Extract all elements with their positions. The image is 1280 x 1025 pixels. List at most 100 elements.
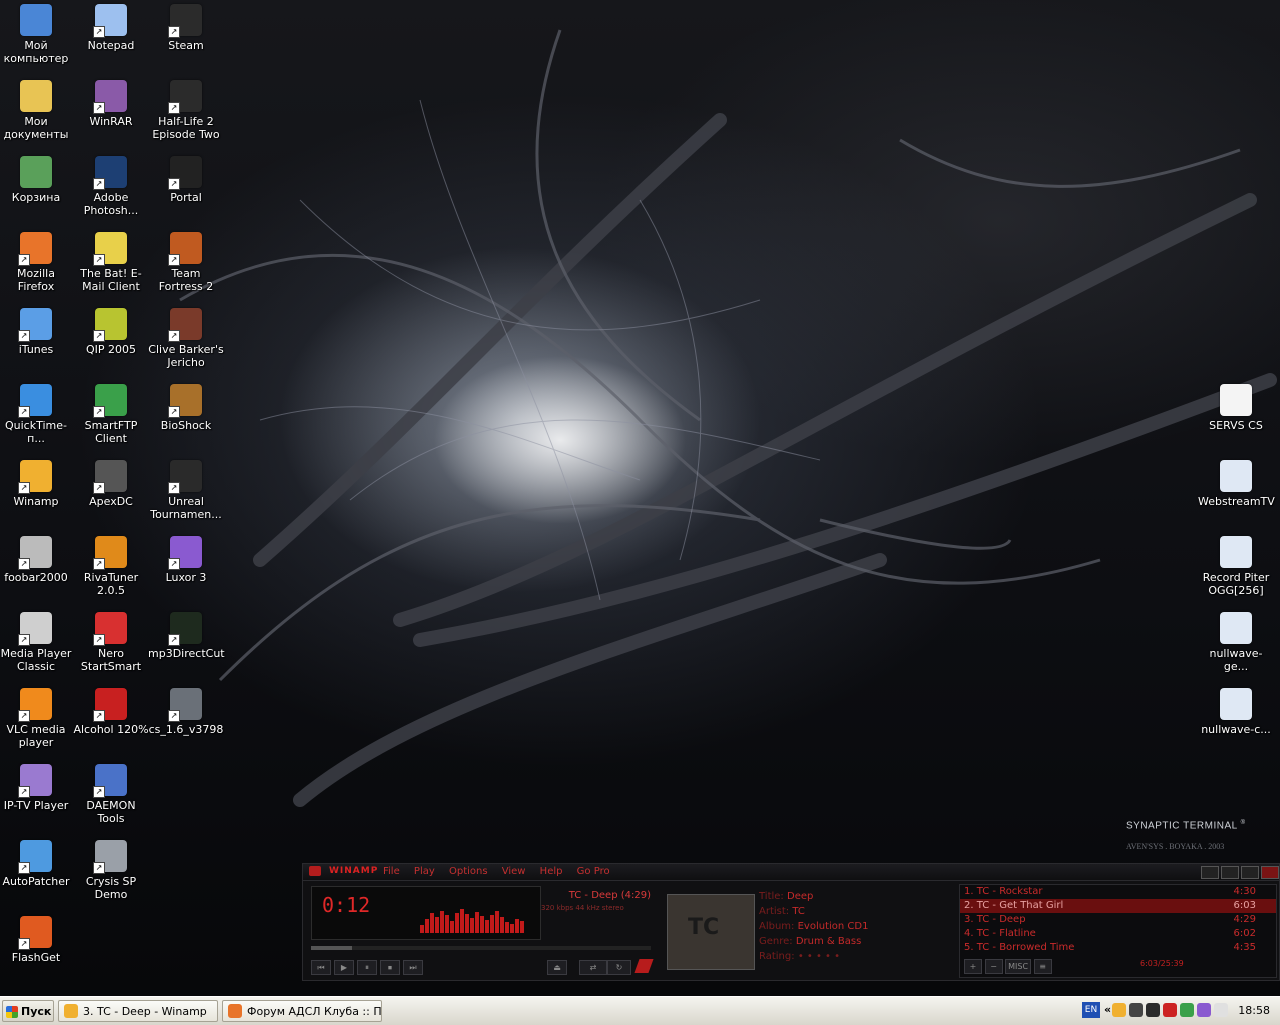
desktop-icon[interactable]: ↗ Winamp: [0, 460, 74, 508]
next-button[interactable]: ⏭: [403, 960, 423, 975]
playlist-item-duration: 4:29: [1233, 914, 1256, 925]
desktop-icon[interactable]: ↗ mp3DirectCut: [148, 612, 225, 660]
tray-expand-icon[interactable]: «: [1104, 1003, 1111, 1016]
seek-bar[interactable]: [311, 946, 651, 950]
previous-button[interactable]: ⏮: [311, 960, 331, 975]
tray-app-icon[interactable]: [1197, 1003, 1211, 1017]
desktop-icon[interactable]: ↗ Notepad: [73, 4, 149, 52]
task-winamp[interactable]: 3. TC - Deep - Winamp: [58, 1000, 218, 1022]
desktop-icon[interactable]: Мой компьютер: [0, 4, 74, 65]
tray-app-icon[interactable]: [1129, 1003, 1143, 1017]
desktop-icon[interactable]: nullwave-ge...: [1198, 612, 1274, 673]
desktop-icon[interactable]: ↗ cs_1.6_v3798: [148, 688, 224, 736]
start-button[interactable]: Пуск: [2, 1000, 54, 1022]
winamp-title-bar[interactable]: WINAMP File Play Options View Help Go Pr…: [303, 864, 1279, 881]
playlist-remove-button[interactable]: −: [984, 959, 1003, 974]
desktop-icon[interactable]: ↗ Mozilla Firefox: [0, 232, 74, 293]
playlist-item[interactable]: 1. TC - Rockstar 4:30: [960, 885, 1276, 899]
restore-icon[interactable]: [1221, 866, 1239, 879]
spectrum-analyzer[interactable]: [420, 909, 534, 933]
tray-app-icon[interactable]: [1214, 1003, 1228, 1017]
desktop-icon[interactable]: ↗ VLC media player: [0, 688, 74, 749]
desktop-icon[interactable]: ↗ Crysis SP Demo: [73, 840, 149, 901]
menu-file[interactable]: File: [383, 866, 400, 877]
desktop-icon[interactable]: SERVS CS: [1198, 384, 1274, 432]
clock[interactable]: 18:58: [1238, 1004, 1270, 1017]
desktop-icon[interactable]: ↗ Alcohol 120%: [73, 688, 149, 736]
playlist-item[interactable]: 4. TC - Flatline 6:02: [960, 927, 1276, 941]
desktop-icon[interactable]: ↗ Media Player Classic: [0, 612, 74, 673]
winamp-bolt-icon[interactable]: [634, 959, 654, 973]
desktop-icon[interactable]: ↗ SmartFTP Client: [73, 384, 149, 445]
desktop-icon[interactable]: ↗ Luxor 3: [148, 536, 224, 584]
close-icon[interactable]: [1261, 866, 1279, 879]
spectrum-bar: [480, 916, 484, 933]
desktop-icon[interactable]: ↗ DAEMON Tools: [73, 764, 149, 825]
stop-button[interactable]: ⏹: [380, 960, 400, 975]
tray-app-icon[interactable]: [1146, 1003, 1160, 1017]
winamp-window[interactable]: WINAMP File Play Options View Help Go Pr…: [302, 863, 1280, 981]
menu-view[interactable]: View: [502, 866, 526, 877]
elapsed-time[interactable]: 0:12: [322, 893, 370, 917]
daemon-tools-icon: ↗: [93, 764, 127, 798]
shade-icon[interactable]: [1241, 866, 1259, 879]
desktop-icon[interactable]: ↗ Clive Barker's Jericho: [148, 308, 224, 369]
task-firefox[interactable]: Форум АДСЛ Клуба :: П...: [222, 1000, 382, 1022]
desktop-icon[interactable]: ↗ Adobe Photosh...: [73, 156, 149, 217]
desktop-icon[interactable]: ↗ QIP 2005: [73, 308, 149, 356]
playlist-item[interactable]: 2. TC - Get That Girl 6:03: [960, 899, 1276, 913]
playlist-item[interactable]: 5. TC - Borrowed Time 4:35: [960, 941, 1276, 955]
desktop-icon[interactable]: ↗ RivaTuner 2.0.5: [73, 536, 149, 597]
desktop-icon-label: The Bat! E-Mail Client: [80, 267, 142, 293]
desktop-icon[interactable]: Мои документы: [0, 80, 74, 141]
desktop-icon-label: nullwave-ge...: [1209, 647, 1263, 673]
desktop-icon-label: QuickTime-п...: [5, 419, 67, 445]
desktop-icon[interactable]: ↗ FlashGet: [0, 916, 74, 964]
shortcut-arrow-icon: ↗: [168, 634, 180, 646]
desktop-icon[interactable]: ↗ IP-TV Player: [0, 764, 74, 812]
tray-app-icon[interactable]: [1112, 1003, 1126, 1017]
desktop-icon[interactable]: ↗ Half-Life 2 Episode Two: [148, 80, 224, 141]
desktop-icon[interactable]: ↗ WinRAR: [73, 80, 149, 128]
minimize-icon[interactable]: [1201, 866, 1219, 879]
repeat-icon[interactable]: ↻: [607, 960, 631, 975]
desktop-icon[interactable]: ↗ The Bat! E-Mail Client: [73, 232, 149, 293]
tray-app-icon[interactable]: [1163, 1003, 1177, 1017]
desktop-icon[interactable]: WebstreamTV: [1198, 460, 1275, 508]
desktop-icon-label: SmartFTP Client: [84, 419, 138, 445]
menu-go-pro[interactable]: Go Pro: [577, 866, 610, 877]
desktop-icon[interactable]: ↗ Portal: [148, 156, 224, 204]
desktop-icon[interactable]: ↗ BioShock: [148, 384, 224, 432]
language-indicator[interactable]: EN: [1082, 1002, 1100, 1018]
playlist-add-button[interactable]: +: [964, 959, 982, 974]
desktop-icon[interactable]: ↗ QuickTime-п...: [0, 384, 74, 445]
desktop-icon[interactable]: ↗ Team Fortress 2: [148, 232, 224, 293]
shortcut-arrow-icon: ↗: [93, 634, 105, 646]
tray-app-icon[interactable]: [1180, 1003, 1194, 1017]
playlist-misc-button[interactable]: MISC: [1005, 959, 1032, 974]
desktop-icon-label: Мой компьютер: [3, 39, 69, 65]
play-button[interactable]: ▶: [334, 960, 354, 975]
menu-play[interactable]: Play: [414, 866, 435, 877]
rivatuner-icon: ↗: [93, 536, 127, 570]
desktop-icon[interactable]: ↗ Unreal Tournamen...: [148, 460, 224, 521]
start-label: Пуск: [21, 1005, 52, 1018]
shortcut-arrow-icon: ↗: [93, 482, 105, 494]
desktop-icon[interactable]: Корзина: [0, 156, 74, 204]
playlist-menu-button[interactable]: ≡: [1033, 959, 1052, 974]
menu-options[interactable]: Options: [449, 866, 488, 877]
desktop-icon[interactable]: nullwave-c...: [1198, 688, 1274, 736]
shuffle-icon[interactable]: ⇄: [579, 960, 607, 975]
desktop-icon[interactable]: ↗ ApexDC: [73, 460, 149, 508]
desktop-icon[interactable]: ↗ iTunes: [0, 308, 74, 356]
eject-icon[interactable]: ⏏: [547, 960, 567, 975]
menu-help[interactable]: Help: [540, 866, 563, 877]
pause-button[interactable]: ⏸: [357, 960, 377, 975]
luxor-icon: ↗: [168, 536, 202, 570]
desktop-icon[interactable]: ↗ AutoPatcher: [0, 840, 74, 888]
playlist-item[interactable]: 3. TC - Deep 4:29: [960, 913, 1276, 927]
desktop-icon[interactable]: ↗ foobar2000: [0, 536, 74, 584]
desktop-icon[interactable]: ↗ Steam: [148, 4, 224, 52]
desktop-icon[interactable]: Record Piter OGG[256]: [1198, 536, 1274, 597]
desktop-icon[interactable]: ↗ Nero StartSmart: [73, 612, 149, 673]
